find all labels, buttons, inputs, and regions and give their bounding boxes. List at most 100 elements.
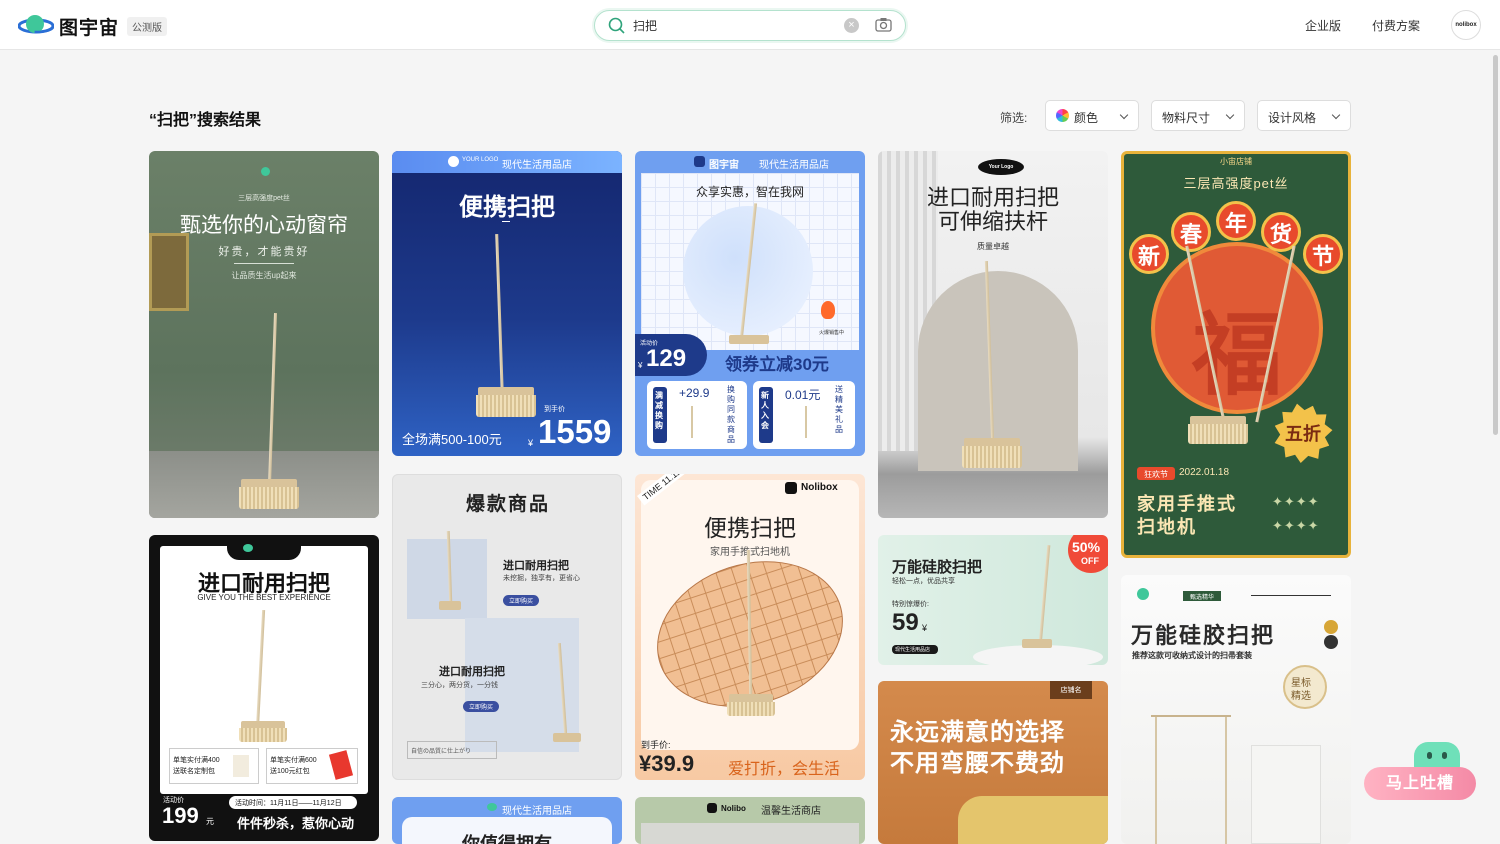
filter-color[interactable]: 颜色 xyxy=(1045,100,1139,131)
card-char: 节 xyxy=(1311,244,1334,269)
card-headline: 众享实惠，智在我网 xyxy=(695,185,804,199)
clear-search-icon[interactable]: × xyxy=(844,18,859,33)
card-text: 特别惊爆价: xyxy=(892,601,929,608)
buy-now-button[interactable]: 立即购买 xyxy=(463,701,500,712)
card-text: 三层高强度pet丝 xyxy=(1183,176,1289,191)
card-coupon: 领券立减30元 xyxy=(725,355,829,374)
card-text: 未挖掘，独享有，更省心 xyxy=(503,575,580,582)
card-text: 推荐这款可收纳式设计的扫帚套装 xyxy=(1132,651,1252,660)
results-title: “扫把”搜索结果 xyxy=(149,112,262,129)
template-card[interactable]: 三层高强度pet丝 甄选你的心动窗帘 好贵，才能贵好 让品质生活up起来 xyxy=(149,151,379,518)
filter-size[interactable]: 物料尺寸 xyxy=(1151,100,1245,131)
card-char: 年 xyxy=(1224,211,1247,236)
filter-style-label: 设计风格 xyxy=(1268,111,1317,125)
card-slogan: 件件秒杀，惹你心动 xyxy=(237,816,355,831)
card-tag: 新人入会 xyxy=(761,391,769,430)
card-price-label: 到手价: xyxy=(641,740,671,750)
card-text: GIVE YOU THE BEST EXPERIENCE xyxy=(197,593,331,602)
card-price: 199 xyxy=(162,803,199,828)
template-card[interactable]: 现代生活用品店 你值得拥有 xyxy=(392,797,622,844)
card-text: 质量卓越 xyxy=(977,242,1009,251)
card-text: 换购同款商品 xyxy=(727,385,735,444)
chevron-down-icon xyxy=(1331,110,1341,120)
card-price: ¥39.9 xyxy=(639,751,695,776)
card-tag: 满减换购 xyxy=(655,391,663,430)
chevron-down-icon xyxy=(1119,110,1129,120)
top-header: 图宇宙 公测版 × 企业版 付费方案 nolibox xyxy=(0,0,1500,50)
template-card[interactable]: YOUR LOGO 现代生活用品店 便携扫把 全场满500-100元 到手价 ¥… xyxy=(392,151,622,456)
card-currency: ¥ xyxy=(922,623,928,633)
card-text: 三层高强度pet丝 xyxy=(238,195,290,202)
template-card[interactable]: 店铺名 永远满意的选择 不用弯腰不费劲 xyxy=(878,681,1108,844)
color-wheel-icon xyxy=(1056,109,1069,122)
user-avatar[interactable]: nolibox xyxy=(1451,10,1481,40)
chevron-down-icon xyxy=(1225,110,1235,120)
template-card[interactable]: 甄选精华 万能硅胶扫把 推荐这款可收纳式设计的扫帚套装 星标 精选 xyxy=(1121,575,1351,844)
card-tag: 现代生活用品店 xyxy=(895,647,931,653)
search-bar[interactable]: × xyxy=(594,10,906,41)
feedback-button[interactable]: 马上吐槽 xyxy=(1364,767,1476,800)
card-headline: 可伸缩扶杆 xyxy=(937,209,1048,234)
card-text: 家用手推式扫地机 xyxy=(710,547,790,558)
card-brand: Nolibox xyxy=(801,482,838,493)
card-store: 温馨生活商店 xyxy=(761,806,821,817)
sparkle-icon: ✦✦✦✦ xyxy=(1272,494,1320,509)
card-headline: 不用弯腰不费劲 xyxy=(890,750,1065,777)
camera-search-icon[interactable] xyxy=(875,17,892,32)
card-text: 火爆销售中 xyxy=(819,330,845,336)
template-card[interactable]: 小宙店铺 三层高强度pet丝 福 新 春 年 货 节 五折 狂欢节 2022.0… xyxy=(1121,151,1351,558)
card-tag: 狂欢节 xyxy=(1144,470,1168,479)
card-text: 小宙店铺 xyxy=(1220,157,1252,166)
filter-size-label: 物料尺寸 xyxy=(1162,111,1211,125)
nav-pricing[interactable]: 付费方案 xyxy=(1372,17,1420,34)
card-text: 进口耐用扫把 xyxy=(503,560,569,572)
card-text: 活动时间：11月11日——11月12日 xyxy=(235,800,342,807)
scrollbar-thumb[interactable] xyxy=(1493,55,1498,435)
template-card[interactable]: 万能硅胶扫把 轻松一点，优品共享 特别惊爆价: 59 ¥ 现代生活用品店 50%… xyxy=(878,535,1108,665)
template-card[interactable]: 爆款商品 进口耐用扫把 未挖掘，独享有，更省心 立即购买 进口耐用扫把 三分心，… xyxy=(392,474,622,780)
card-unit: 元 xyxy=(206,817,214,826)
card-date: 2022.01.18 xyxy=(1179,467,1230,478)
card-headline: 爆款商品 xyxy=(465,494,550,515)
template-card[interactable]: Your Logo 进口耐用扫把 可伸缩扶杆 质量卓越 xyxy=(878,151,1108,518)
card-price: 0.01元 xyxy=(785,388,821,402)
buy-now-button[interactable]: 立即购买 xyxy=(503,595,540,606)
beta-badge: 公测版 xyxy=(127,17,167,36)
sparkle-icon: ✦✦✦✦ xyxy=(1272,518,1320,533)
nav-enterprise[interactable]: 企业版 xyxy=(1305,17,1341,34)
template-card[interactable]: Nolibo 温馨生活商店 xyxy=(635,797,865,844)
card-fu-char: 福 xyxy=(1192,306,1282,406)
search-input[interactable] xyxy=(633,16,833,35)
card-text: 送精美礼品 xyxy=(835,385,843,434)
card-headline: 便携扫把 xyxy=(704,515,796,541)
card-price: 59 xyxy=(892,609,919,636)
template-card[interactable]: TIME 11.11-11.20 Nolibox 便携扫把 家用手推式扫地机 到… xyxy=(635,474,865,780)
card-price: 129 xyxy=(646,345,687,372)
planet-logo-icon[interactable] xyxy=(18,12,54,38)
card-logo: YOUR LOGO xyxy=(462,157,499,163)
card-brand: Nolibo xyxy=(721,804,746,813)
card-tag: 甄选精华 xyxy=(1189,595,1214,601)
card-text: 单笔实付满600 xyxy=(270,757,317,764)
filter-label: 筛选: xyxy=(1000,111,1028,125)
filter-color-label: 颜色 xyxy=(1074,111,1099,125)
search-icon[interactable] xyxy=(608,17,625,34)
card-text: 三分心，两分货，一分钱 xyxy=(421,682,498,689)
card-price: +29.9 xyxy=(679,386,710,400)
card-headline: 万能硅胶扫把 xyxy=(892,559,983,576)
card-store: 现代生活用品店 xyxy=(502,160,572,171)
card-logo: 图宇宙 xyxy=(709,160,739,171)
card-seal: 精选 xyxy=(1291,691,1311,702)
card-badge: 50% xyxy=(1072,539,1101,555)
card-headline: 你值得拥有 xyxy=(462,834,552,844)
card-discount: 五折 xyxy=(1285,424,1321,444)
card-badge: OFF xyxy=(1081,556,1099,566)
template-card[interactable]: 进口耐用扫把 GIVE YOU THE BEST EXPERIENCE 单笔实付… xyxy=(149,535,379,841)
template-card[interactable]: 图宇宙 现代生活用品店 众享实惠，智在我网 火爆销售中 活动价 ¥ 129 领券… xyxy=(635,151,865,456)
brand-name[interactable]: 图宇宙 xyxy=(59,13,119,40)
card-logo: Your Logo xyxy=(988,164,1014,170)
card-headline: 便携扫把 xyxy=(459,194,555,221)
card-text: 进口耐用扫把 xyxy=(439,666,505,678)
filter-style[interactable]: 设计风格 xyxy=(1257,100,1351,131)
card-text: 送联名定制包 xyxy=(173,768,215,775)
